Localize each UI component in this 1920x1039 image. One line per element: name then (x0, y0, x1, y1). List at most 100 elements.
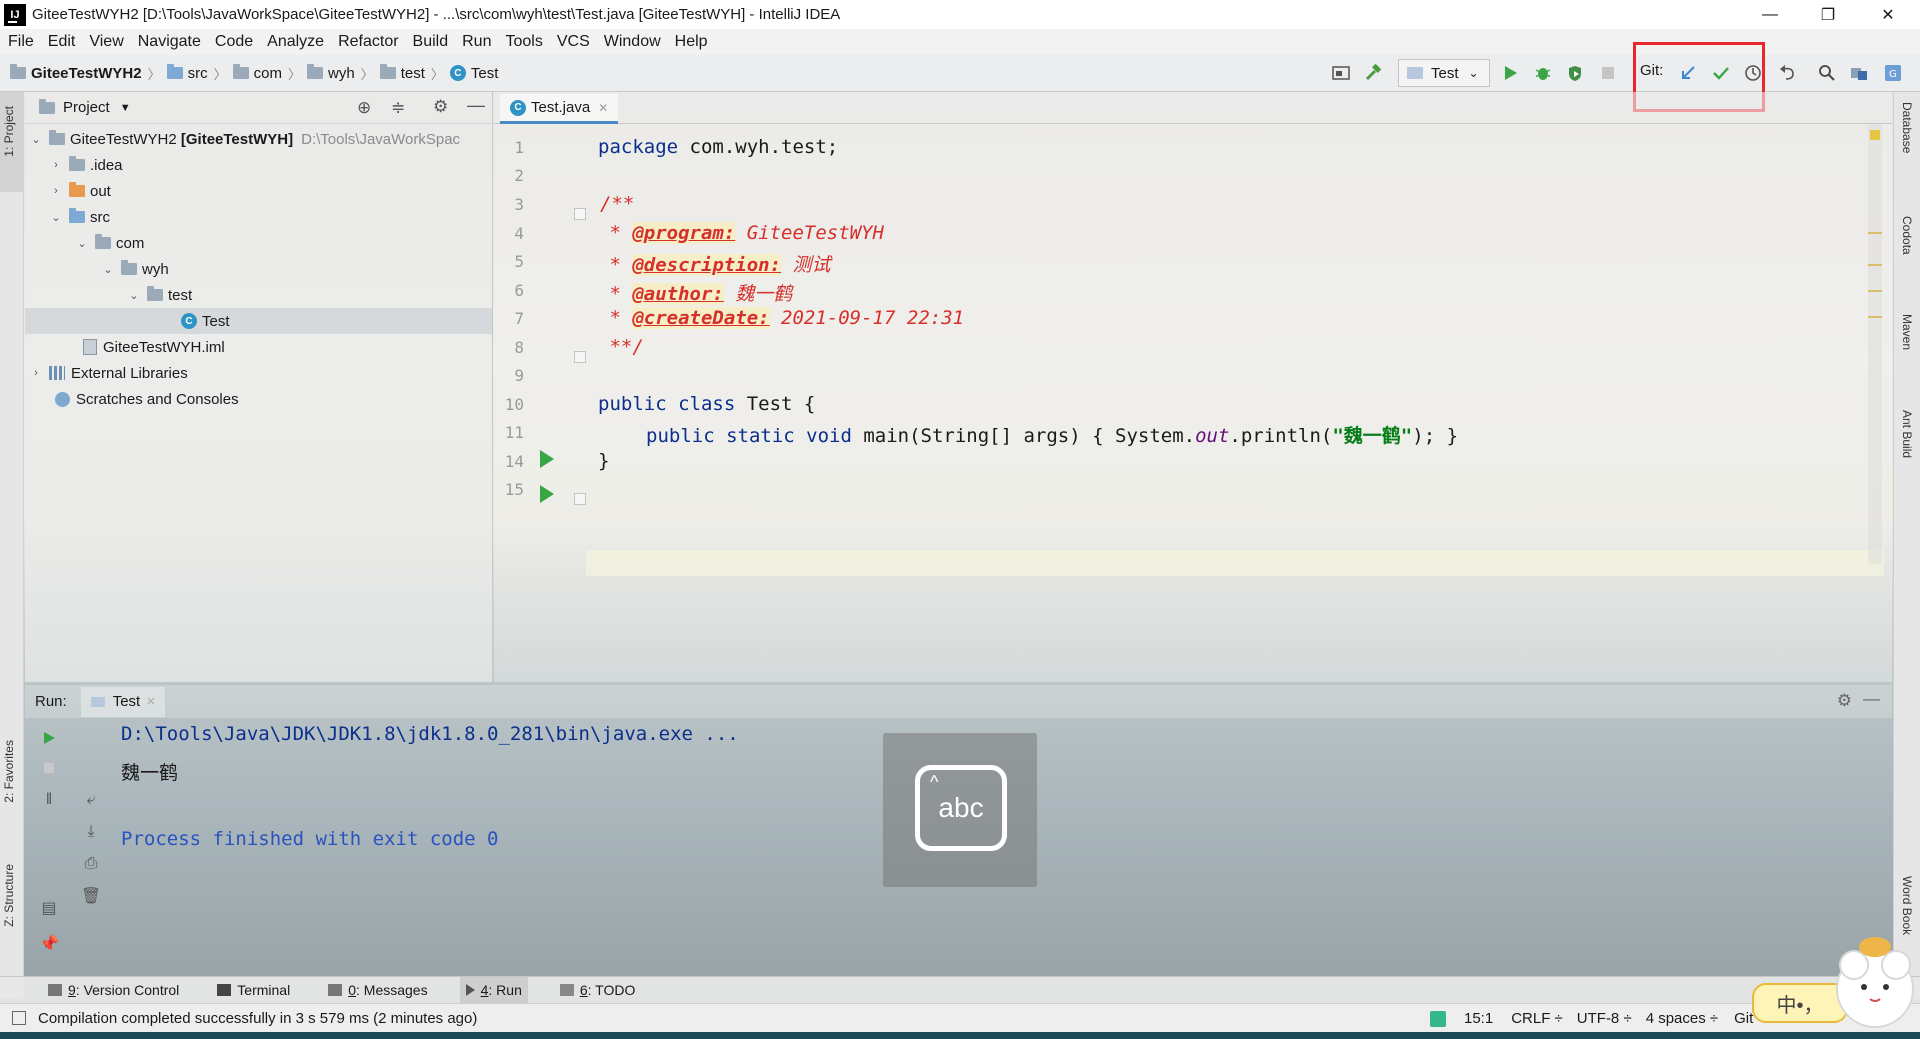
menu-navigate[interactable]: Navigate (138, 33, 201, 51)
restore-button[interactable]: ❐ (1800, 0, 1856, 29)
tree-item-idea[interactable]: › .idea (49, 152, 123, 178)
trash-icon[interactable]: 🗑 (79, 884, 103, 908)
status-toggle-icon[interactable] (12, 1011, 26, 1025)
fold-icon[interactable] (574, 493, 586, 505)
menu-edit[interactable]: Edit (48, 33, 76, 51)
codota-tool-tab[interactable]: Codota (1900, 216, 1914, 255)
run-tab-test[interactable]: Test ✕ (80, 686, 166, 717)
fold-icon[interactable] (574, 208, 586, 220)
coverage-icon[interactable] (1562, 60, 1588, 86)
messages-tab[interactable]: 0: Messages (322, 977, 433, 1004)
marker[interactable] (1868, 232, 1882, 234)
close-button[interactable]: ✕ (1860, 0, 1916, 29)
chevron-down-icon[interactable]: ⌄ (101, 263, 115, 276)
build-hammer-icon[interactable] (1360, 60, 1386, 86)
stop-icon[interactable] (1595, 60, 1621, 86)
chevron-down-icon[interactable]: ⌄ (49, 211, 63, 224)
tree-item-src[interactable]: ⌄ src (49, 204, 110, 230)
tree-item-out[interactable]: › out (49, 178, 111, 204)
minimize-button[interactable]: — (1742, 0, 1798, 29)
error-stripe[interactable] (1868, 124, 1882, 564)
rerun-icon[interactable] (37, 726, 61, 750)
marker[interactable] (1868, 316, 1882, 318)
run-class-gutter-icon[interactable] (540, 450, 554, 468)
marker[interactable] (1868, 290, 1882, 292)
menu-refactor[interactable]: Refactor (338, 33, 398, 51)
status-message[interactable]: Compilation completed successfully in 3 … (38, 1010, 477, 1027)
inspection-status-icon[interactable] (1870, 130, 1880, 140)
project-tool-tab[interactable]: 1: Project (2, 106, 16, 157)
menu-vcs[interactable]: VCS (557, 33, 590, 51)
breadcrumb-test[interactable]: test 〉 (379, 64, 444, 83)
menu-view[interactable]: View (89, 33, 123, 51)
project-panel-title[interactable]: Project (63, 99, 110, 116)
chevron-down-icon[interactable]: ⌄ (75, 237, 89, 250)
todo-tab[interactable]: 6: TODO (554, 977, 642, 1004)
debug-bug-icon[interactable] (1530, 60, 1556, 86)
print-icon[interactable]: ⎙ (79, 852, 103, 876)
menu-run[interactable]: Run (462, 33, 491, 51)
run-main-gutter-icon[interactable] (540, 485, 554, 503)
breadcrumb-wyh[interactable]: wyh 〉 (306, 64, 374, 83)
stop-icon[interactable] (37, 756, 61, 780)
search-icon[interactable] (1814, 60, 1840, 86)
chevron-right-icon[interactable]: › (49, 159, 63, 171)
maven-tool-tab[interactable]: Maven (1900, 314, 1914, 350)
terminal-tab[interactable]: Terminal (211, 977, 296, 1004)
chevron-down-icon[interactable]: ⌄ (29, 133, 43, 146)
menu-code[interactable]: Code (215, 33, 253, 51)
run-tool-tab[interactable]: 4: Run (459, 976, 528, 1004)
caret-position[interactable]: 15:1 (1464, 1010, 1493, 1027)
menu-window[interactable]: Window (604, 33, 661, 51)
tree-item-root-module[interactable]: ⌄ GiteeTestWYH2 [GiteeTestWYH] D:\Tools\… (29, 126, 460, 152)
encoding-select[interactable]: UTF-8 ÷ (1577, 1010, 1632, 1027)
version-control-tab[interactable]: 9: Version Control (42, 977, 185, 1004)
layout-icon[interactable]: ▤ (37, 896, 61, 920)
breadcrumb-project[interactable]: GiteeTestWYH2 〉 (10, 64, 161, 83)
tree-item-wyh[interactable]: ⌄ wyh (101, 256, 169, 282)
vcs-branch-widget[interactable]: Git (1734, 1010, 1753, 1027)
indent-select[interactable]: 4 spaces ÷ (1646, 1010, 1718, 1027)
tree-item-test-class[interactable]: C Test (25, 308, 492, 334)
chevron-right-icon[interactable]: › (29, 367, 43, 379)
menu-build[interactable]: Build (413, 33, 449, 51)
soft-wrap-icon[interactable]: ⤶ (79, 788, 103, 812)
chevron-right-icon[interactable]: › (49, 185, 63, 197)
gear-icon[interactable]: ⚙ (1837, 691, 1852, 711)
codota-status-icon[interactable] (1430, 1010, 1446, 1027)
database-tool-tab[interactable]: Database (1900, 102, 1914, 153)
git-rollback-icon[interactable] (1774, 60, 1800, 86)
tree-item-test-package[interactable]: ⌄ test (127, 282, 192, 308)
menu-analyze[interactable]: Analyze (267, 33, 324, 51)
close-tab-icon[interactable]: ✕ (146, 695, 155, 708)
pause-icon[interactable]: ‖ (37, 788, 61, 812)
fold-icon[interactable] (574, 351, 586, 363)
editor-tab-test-java[interactable]: C Test.java ✕ (500, 94, 619, 124)
scroll-to-end-icon[interactable]: ⤓ (79, 820, 103, 844)
tree-item-com[interactable]: ⌄ com (75, 230, 144, 256)
tree-item-scratches[interactable]: Scratches and Consoles (55, 386, 239, 412)
locate-target-icon[interactable]: ⊕ (357, 98, 371, 118)
gear-icon[interactable]: ⚙ (433, 97, 448, 117)
ant-build-tool-tab[interactable]: Ant Build (1900, 410, 1914, 458)
translate-icon[interactable]: G (1880, 60, 1906, 86)
line-separator-select[interactable]: CRLF ÷ (1511, 1010, 1563, 1027)
hide-panel-icon[interactable]: — (467, 95, 485, 116)
code-editor[interactable]: 1 2 3 4 5 6 7 8 9 10 11 14 15 package co… (494, 124, 1892, 682)
favorites-tool-tab[interactable]: 2: Favorites (2, 740, 16, 803)
marker[interactable] (1868, 264, 1882, 266)
run-button[interactable] (1497, 60, 1523, 86)
menu-help[interactable]: Help (675, 33, 708, 51)
breadcrumb-com[interactable]: com 〉 (232, 64, 301, 83)
chevron-down-icon[interactable]: ▼ (120, 102, 131, 114)
structure-tool-tab[interactable]: Z: Structure (2, 864, 16, 927)
close-tab-icon[interactable]: ✕ (598, 101, 608, 115)
tree-item-external-libraries[interactable]: › External Libraries (29, 360, 188, 386)
breadcrumb-test-class[interactable]: C Test (449, 65, 498, 82)
menu-tools[interactable]: Tools (505, 33, 542, 51)
hide-panel-icon[interactable]: — (1863, 689, 1880, 709)
tree-item-iml[interactable]: GiteeTestWYH.iml (83, 334, 225, 360)
pin-icon[interactable]: 📌 (37, 932, 61, 956)
chevron-down-icon[interactable]: ⌄ (127, 289, 141, 302)
collapse-all-icon[interactable]: ≑ (391, 98, 405, 118)
